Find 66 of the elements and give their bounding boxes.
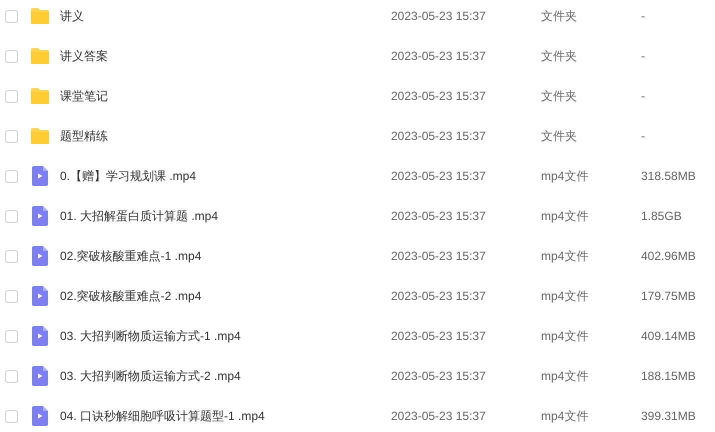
checkbox[interactable] — [5, 250, 18, 262]
file-type: mp4文件 — [541, 168, 590, 185]
file-type: mp4文件 — [541, 288, 590, 305]
file-size: 409.14MB — [641, 328, 696, 345]
file-name[interactable]: 04. 口诀秒解细胞呼吸计算题型-1 .mp4 — [60, 409, 265, 423]
file-type: mp4文件 — [541, 368, 590, 385]
file-size: 1.85GB — [641, 208, 682, 225]
file-size: - — [641, 88, 645, 105]
file-name[interactable]: 02.突破核酸重难点-1 .mp4 — [60, 249, 202, 263]
video-file-icon — [32, 166, 48, 186]
file-name[interactable]: 03. 大招判断物质运输方式-2 .mp4 — [60, 369, 241, 383]
file-size: - — [641, 8, 645, 25]
video-file-icon — [32, 246, 48, 266]
file-size: 318.58MB — [641, 168, 696, 185]
file-size: 179.75MB — [641, 288, 696, 305]
file-name[interactable]: 01. 大招解蛋白质计算题 .mp4 — [60, 209, 218, 223]
file-name[interactable]: 课堂笔记 — [60, 89, 108, 103]
video-file-icon — [32, 206, 48, 226]
checkbox[interactable] — [5, 130, 18, 142]
folder-icon — [30, 8, 50, 24]
file-type: mp4文件 — [541, 328, 590, 345]
checkbox[interactable] — [5, 410, 18, 422]
modified-time: 2023-05-23 15:37 — [391, 328, 487, 345]
file-name[interactable]: 题型精练 — [60, 129, 108, 143]
modified-time: 2023-05-23 15:37 — [391, 408, 487, 425]
modified-time: 2023-05-23 15:37 — [391, 288, 487, 305]
modified-time: 2023-05-23 15:37 — [391, 368, 487, 385]
checkbox[interactable] — [5, 210, 18, 222]
file-size: - — [641, 48, 645, 65]
checkbox[interactable] — [5, 170, 18, 182]
video-file-icon — [32, 286, 48, 306]
checkbox[interactable] — [5, 10, 18, 22]
file-name[interactable]: 讲义 — [60, 9, 84, 23]
file-type: 文件夹 — [541, 128, 578, 145]
folder-icon — [30, 128, 50, 144]
video-file-icon — [32, 326, 48, 346]
modified-time: 2023-05-23 15:37 — [391, 248, 487, 265]
file-type: mp4文件 — [541, 248, 590, 265]
file-name[interactable]: 03. 大招判断物质运输方式-1 .mp4 — [60, 329, 241, 343]
file-size: 188.15MB — [641, 368, 696, 385]
checkbox[interactable] — [5, 370, 18, 382]
file-type: mp4文件 — [541, 208, 590, 225]
file-size: 402.96MB — [641, 248, 696, 265]
video-file-icon — [32, 406, 48, 426]
checkbox[interactable] — [5, 50, 18, 62]
checkbox[interactable] — [5, 290, 18, 302]
modified-time: 2023-05-23 15:37 — [391, 48, 487, 65]
modified-time: 2023-05-23 15:37 — [391, 168, 487, 185]
folder-icon — [30, 48, 50, 64]
file-type: 文件夹 — [541, 88, 578, 105]
file-type: 文件夹 — [541, 48, 578, 65]
video-file-icon — [32, 366, 48, 386]
file-name[interactable]: 讲义答案 — [60, 49, 108, 63]
file-size: 399.31MB — [641, 408, 696, 425]
modified-time: 2023-05-23 15:37 — [391, 88, 487, 105]
modified-time: 2023-05-23 15:37 — [391, 8, 487, 25]
file-size: - — [641, 128, 645, 145]
modified-time: 2023-05-23 15:37 — [391, 128, 487, 145]
folder-icon — [30, 88, 50, 104]
modified-time: 2023-05-23 15:37 — [391, 208, 487, 225]
file-type: 文件夹 — [541, 8, 578, 25]
checkbox[interactable] — [5, 90, 18, 102]
file-name[interactable]: 0.【赠】学习规划课 .mp4 — [60, 169, 196, 183]
file-name[interactable]: 02.突破核酸重难点-2 .mp4 — [60, 289, 202, 303]
checkbox[interactable] — [5, 330, 18, 342]
file-type: mp4文件 — [541, 408, 590, 425]
